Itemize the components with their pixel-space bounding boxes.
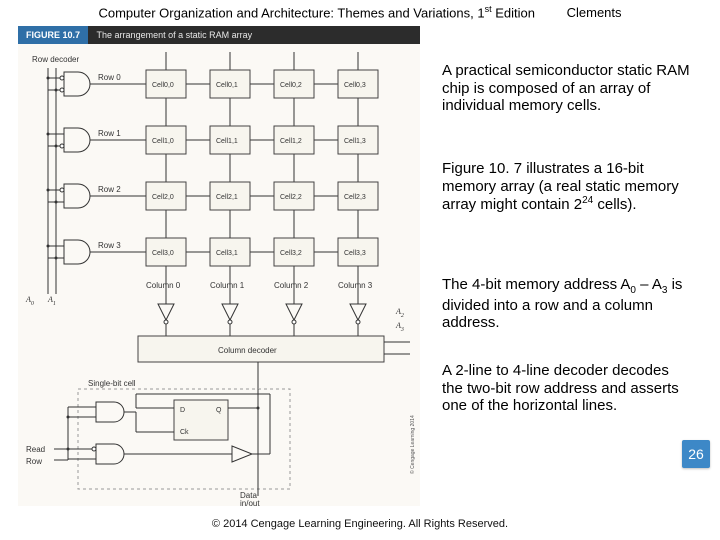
inout-label: in/out <box>240 499 260 506</box>
cell-2-0: Cell2,0 <box>152 194 174 201</box>
paragraph-1: A practical semiconductor static RAM chi… <box>442 62 692 115</box>
column-decoder-label: Column decoder <box>218 346 277 355</box>
paragraph-3a: The 4-bit memory address A <box>442 276 630 293</box>
cell-1-0: Cell1,0 <box>152 138 174 145</box>
footer-copyright: © 2014 Cengage Learning Engineering. All… <box>0 518 720 530</box>
author: Clements <box>567 5 622 20</box>
cell-3-1: Cell3,1 <box>216 250 238 257</box>
a1-label: A1 <box>47 295 56 307</box>
paragraph-2a: Figure 10. 7 illustrates a 16-bit memory… <box>442 160 679 213</box>
cell-1-1: Cell1,1 <box>216 138 238 145</box>
col0-label: Column 0 <box>146 281 181 290</box>
row0-label: Row 0 <box>98 73 121 82</box>
cell-array: Cell0,0 Cell0,1 Cell0,2 Cell0,3 Cell1,0 … <box>146 70 378 266</box>
ck-label: Ck <box>180 429 189 436</box>
cell-1-2: Cell1,2 <box>280 138 302 145</box>
single-bit-label: Single-bit cell <box>88 379 136 388</box>
paragraph-4-text: A 2-line to 4-line decoder decodes the t… <box>442 362 679 414</box>
row-decoder-label: Row decoder <box>32 55 79 64</box>
book-title-sup: st <box>485 4 492 14</box>
page-number-badge: 26 <box>682 440 710 468</box>
row3-label: Row 3 <box>98 241 121 250</box>
figure-10-7: FIGURE 10.7 The arrangement of a static … <box>18 26 420 506</box>
d-label: D <box>180 407 185 414</box>
figure-caption: The arrangement of a static RAM array <box>91 26 253 44</box>
read-label: Read <box>26 445 45 454</box>
cell-2-1: Cell2,1 <box>216 194 238 201</box>
cell-3-3: Cell3,3 <box>344 250 366 257</box>
figure-title-bar: FIGURE 10.7 The arrangement of a static … <box>18 26 420 44</box>
cell-2-2: Cell2,2 <box>280 194 302 201</box>
and-gate-read <box>96 444 124 464</box>
cell-0-0: Cell0,0 <box>152 82 174 89</box>
row2-label: Row 2 <box>98 185 121 194</box>
output-tristate <box>232 446 252 462</box>
q-label: Q <box>216 407 222 414</box>
figure-svg: Row decoder Row 0 Row 1 <box>18 44 420 506</box>
figure-credit: © Cengage Learning 2014 <box>409 415 416 474</box>
and-gate-ck <box>96 402 124 422</box>
figure-number: FIGURE 10.7 <box>18 26 88 44</box>
paragraph-3b: – A <box>636 276 662 293</box>
paragraph-2b: cells). <box>593 196 636 213</box>
col2-label: Column 2 <box>274 281 309 290</box>
header: Computer Organization and Architecture: … <box>0 4 720 20</box>
cell-3-0: Cell3,0 <box>152 250 174 257</box>
col3-label: Column 3 <box>338 281 373 290</box>
cell-1-3: Cell1,3 <box>344 138 366 145</box>
book-title-suffix: Edition <box>492 5 535 20</box>
cell-0-3: Cell0,3 <box>344 82 366 89</box>
row1-label: Row 1 <box>98 129 121 138</box>
tristate-buffers <box>158 304 366 336</box>
book-title-prefix: Computer Organization and Architecture: … <box>98 5 484 20</box>
slide: Computer Organization and Architecture: … <box>0 0 720 540</box>
paragraph-3: The 4-bit memory address A0 – A3 is divi… <box>442 276 692 332</box>
col1-label: Column 1 <box>210 281 245 290</box>
a2-label: A2 <box>395 307 404 319</box>
paragraph-2: Figure 10. 7 illustrates a 16-bit memory… <box>442 160 692 214</box>
cell-0-1: Cell0,1 <box>216 82 238 89</box>
row-label: Row <box>26 457 42 466</box>
a3-label: A3 <box>395 321 404 333</box>
cell-0-2: Cell0,2 <box>280 82 302 89</box>
cell-2-3: Cell2,3 <box>344 194 366 201</box>
paragraph-2-sup: 24 <box>582 195 593 206</box>
paragraph-1-text: A practical semiconductor static RAM chi… <box>442 62 690 114</box>
a0-label: A0 <box>25 295 34 307</box>
paragraph-4: A 2-line to 4-line decoder decodes the t… <box>442 362 692 415</box>
cell-3-2: Cell3,2 <box>280 250 302 257</box>
